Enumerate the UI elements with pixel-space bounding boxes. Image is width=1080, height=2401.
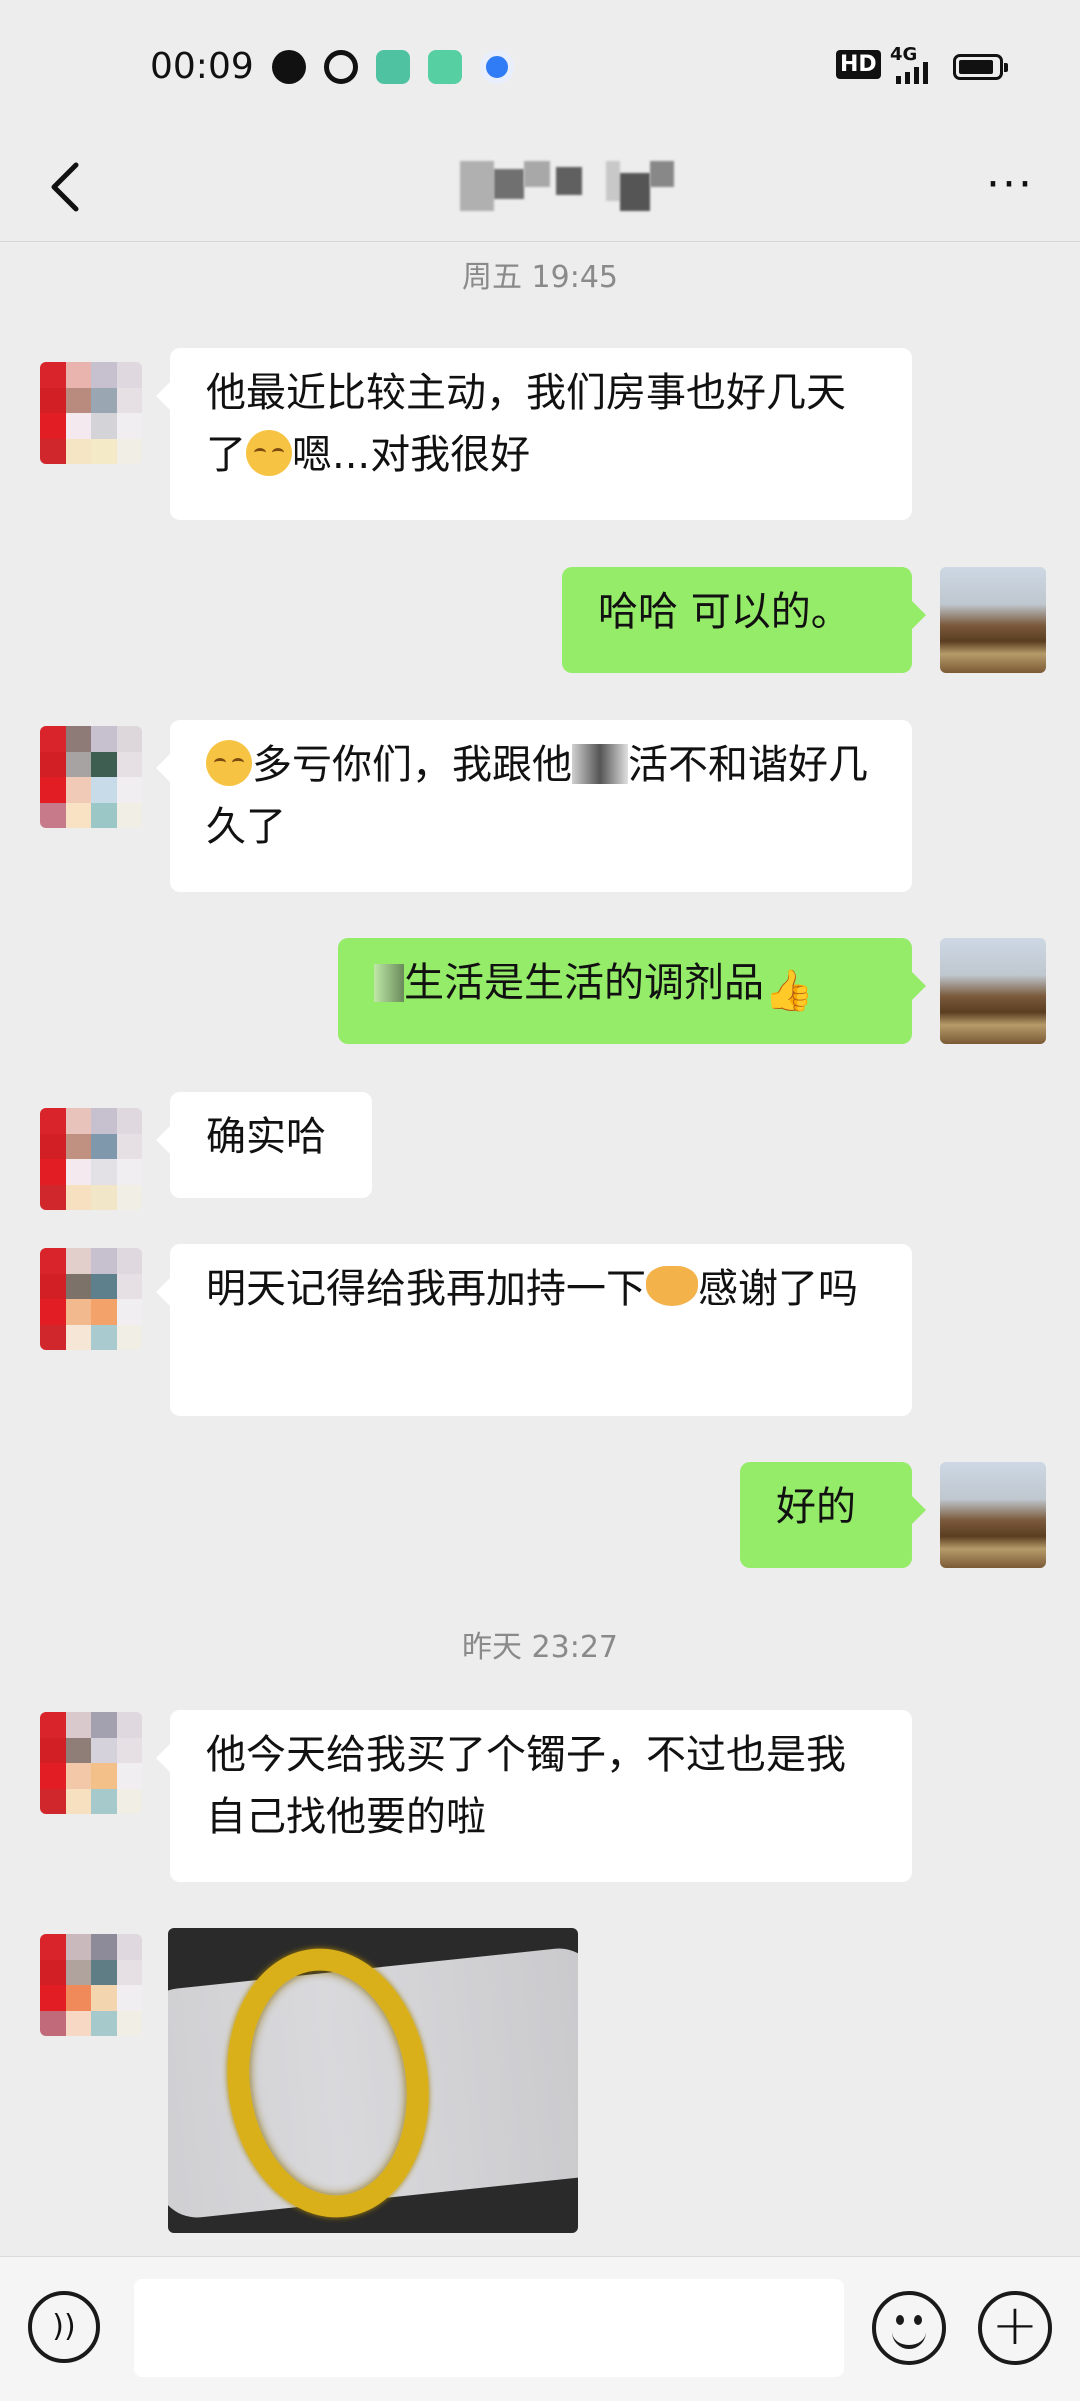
message-text: 感谢了吗 — [698, 1266, 858, 1312]
message-text: 确实哈 — [206, 1114, 326, 1160]
message-bubble-outgoing[interactable]: 生活是生活的调剂品👍 — [338, 938, 926, 1044]
redacted-block — [374, 964, 404, 1002]
shopping-app-icon — [428, 50, 462, 84]
browser-app-icon — [480, 50, 514, 84]
message-text: 嗯...对我很好 — [292, 432, 531, 478]
message-text: 多亏你们，我跟他 — [252, 742, 572, 788]
contact-avatar[interactable] — [40, 1108, 142, 1210]
status-time: 00:09 — [150, 46, 254, 87]
self-avatar[interactable] — [940, 1462, 1046, 1568]
message-text: 哈哈 可以的。 — [598, 589, 851, 635]
timestamp: 昨天 23:27 — [462, 1630, 618, 1665]
reader-app-icon — [376, 50, 410, 84]
message-text: 好的 — [776, 1484, 856, 1530]
input-toolbar: )) + — [0, 2256, 1080, 2401]
smile-mouth — [892, 2329, 926, 2349]
self-avatar[interactable] — [940, 567, 1046, 673]
message-bubble-outgoing[interactable]: 好的 — [740, 1462, 926, 1568]
redacted-block — [572, 744, 628, 784]
wechat-icon — [272, 50, 306, 84]
contact-avatar[interactable] — [40, 726, 142, 828]
battery-icon — [953, 54, 1008, 80]
contact-avatar[interactable] — [40, 1712, 142, 1814]
message-text: 他今天给我买了个镯子，不过也是我自己找他要的啦 — [206, 1732, 846, 1840]
message-bubble-incoming[interactable]: 确实哈 — [156, 1092, 372, 1198]
more-options-icon[interactable]: ··· — [970, 145, 1050, 225]
hd-badge: HD — [836, 50, 881, 79]
message-bubble-incoming[interactable]: 他最近比较主动，我们房事也好几天了 嗯...对我很好 — [156, 348, 912, 520]
plus-icon[interactable]: + — [978, 2291, 1052, 2365]
status-bar: 00:09 HD 4G — [0, 0, 1080, 135]
message-bubble-outgoing[interactable]: 哈哈 可以的。 — [562, 567, 926, 673]
self-avatar[interactable] — [940, 938, 1046, 1044]
thumbs-up-emoji-icon: 👍 — [764, 968, 814, 1014]
message-bubble-incoming[interactable]: 多亏你们，我跟他 活不和谐好几久了 — [156, 720, 912, 892]
q-app-icon — [324, 50, 358, 84]
message-bubble-incoming[interactable]: 他今天给我买了个镯子，不过也是我自己找他要的啦 — [156, 1710, 912, 1882]
bracelet-photo-message[interactable] — [168, 1928, 578, 2233]
back-icon[interactable] — [30, 147, 110, 227]
signal-icon — [896, 62, 930, 84]
chat-header: ··· — [0, 135, 1080, 242]
contact-avatar[interactable] — [40, 1934, 142, 2036]
handshake-emoji-icon — [646, 1266, 698, 1306]
timestamp: 周五 19:45 — [462, 260, 618, 295]
message-text: 生活是生活的调剂品 — [404, 960, 764, 1006]
voice-icon[interactable]: )) — [28, 2291, 100, 2363]
smirk-emoji-icon — [206, 740, 252, 786]
contact-avatar[interactable] — [40, 362, 142, 464]
message-input[interactable] — [134, 2279, 844, 2377]
message-bubble-incoming[interactable]: 明天记得给我再加持一下 感谢了吗 — [156, 1244, 912, 1416]
emoji-icon[interactable] — [872, 2291, 946, 2365]
contact-avatar[interactable] — [40, 1248, 142, 1350]
smirk-emoji-icon — [246, 430, 292, 476]
message-text: 明天记得给我再加持一下 — [206, 1266, 646, 1312]
